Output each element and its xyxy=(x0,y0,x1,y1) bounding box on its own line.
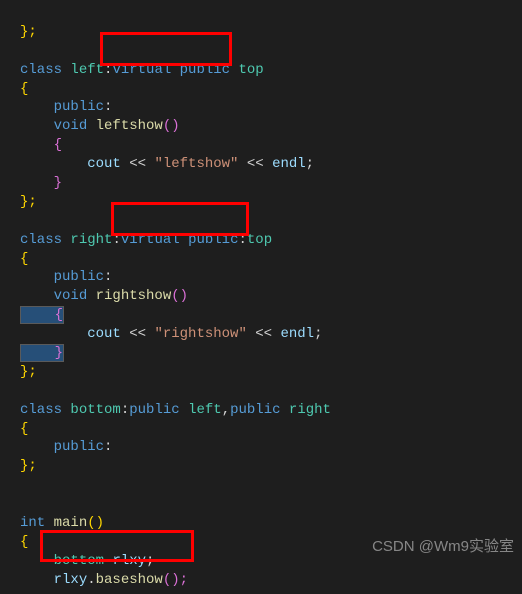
code-line: cout << "rightshow" << endl; xyxy=(20,326,322,342)
code-line: cout << "leftshow" << endl; xyxy=(20,156,314,172)
code-line: { xyxy=(20,137,62,153)
code-line: } xyxy=(20,344,64,362)
code-line: { xyxy=(20,81,28,97)
code-line: public: xyxy=(20,269,112,285)
code-line: void leftshow() xyxy=(20,118,180,134)
code-line: }; xyxy=(20,24,37,40)
watermark-text: CSDN @Wm9实验室 xyxy=(372,537,514,557)
code-line: class bottom:public left,public right xyxy=(20,402,331,418)
code-line: void rightshow() xyxy=(20,288,188,304)
code-line: { xyxy=(20,534,28,550)
code-line: { xyxy=(20,421,28,437)
code-line: public: xyxy=(20,99,112,115)
code-line: { xyxy=(20,306,64,324)
code-line: class left:virtual public top xyxy=(20,62,264,78)
code-editor-content[interactable]: }; class left:virtual public top { publi… xyxy=(0,0,522,594)
code-line: int main() xyxy=(20,515,104,531)
code-line: }; xyxy=(20,364,37,380)
code-line: bottom rlxy; xyxy=(20,553,154,569)
code-line: class right:virtual public:top xyxy=(20,232,272,248)
code-line: }; xyxy=(20,458,37,474)
code-line: } xyxy=(20,175,62,191)
code-line: public: xyxy=(20,439,112,455)
code-line: { xyxy=(20,251,28,267)
code-line: rlxy.baseshow(); xyxy=(20,572,188,588)
code-line: }; xyxy=(20,194,37,210)
